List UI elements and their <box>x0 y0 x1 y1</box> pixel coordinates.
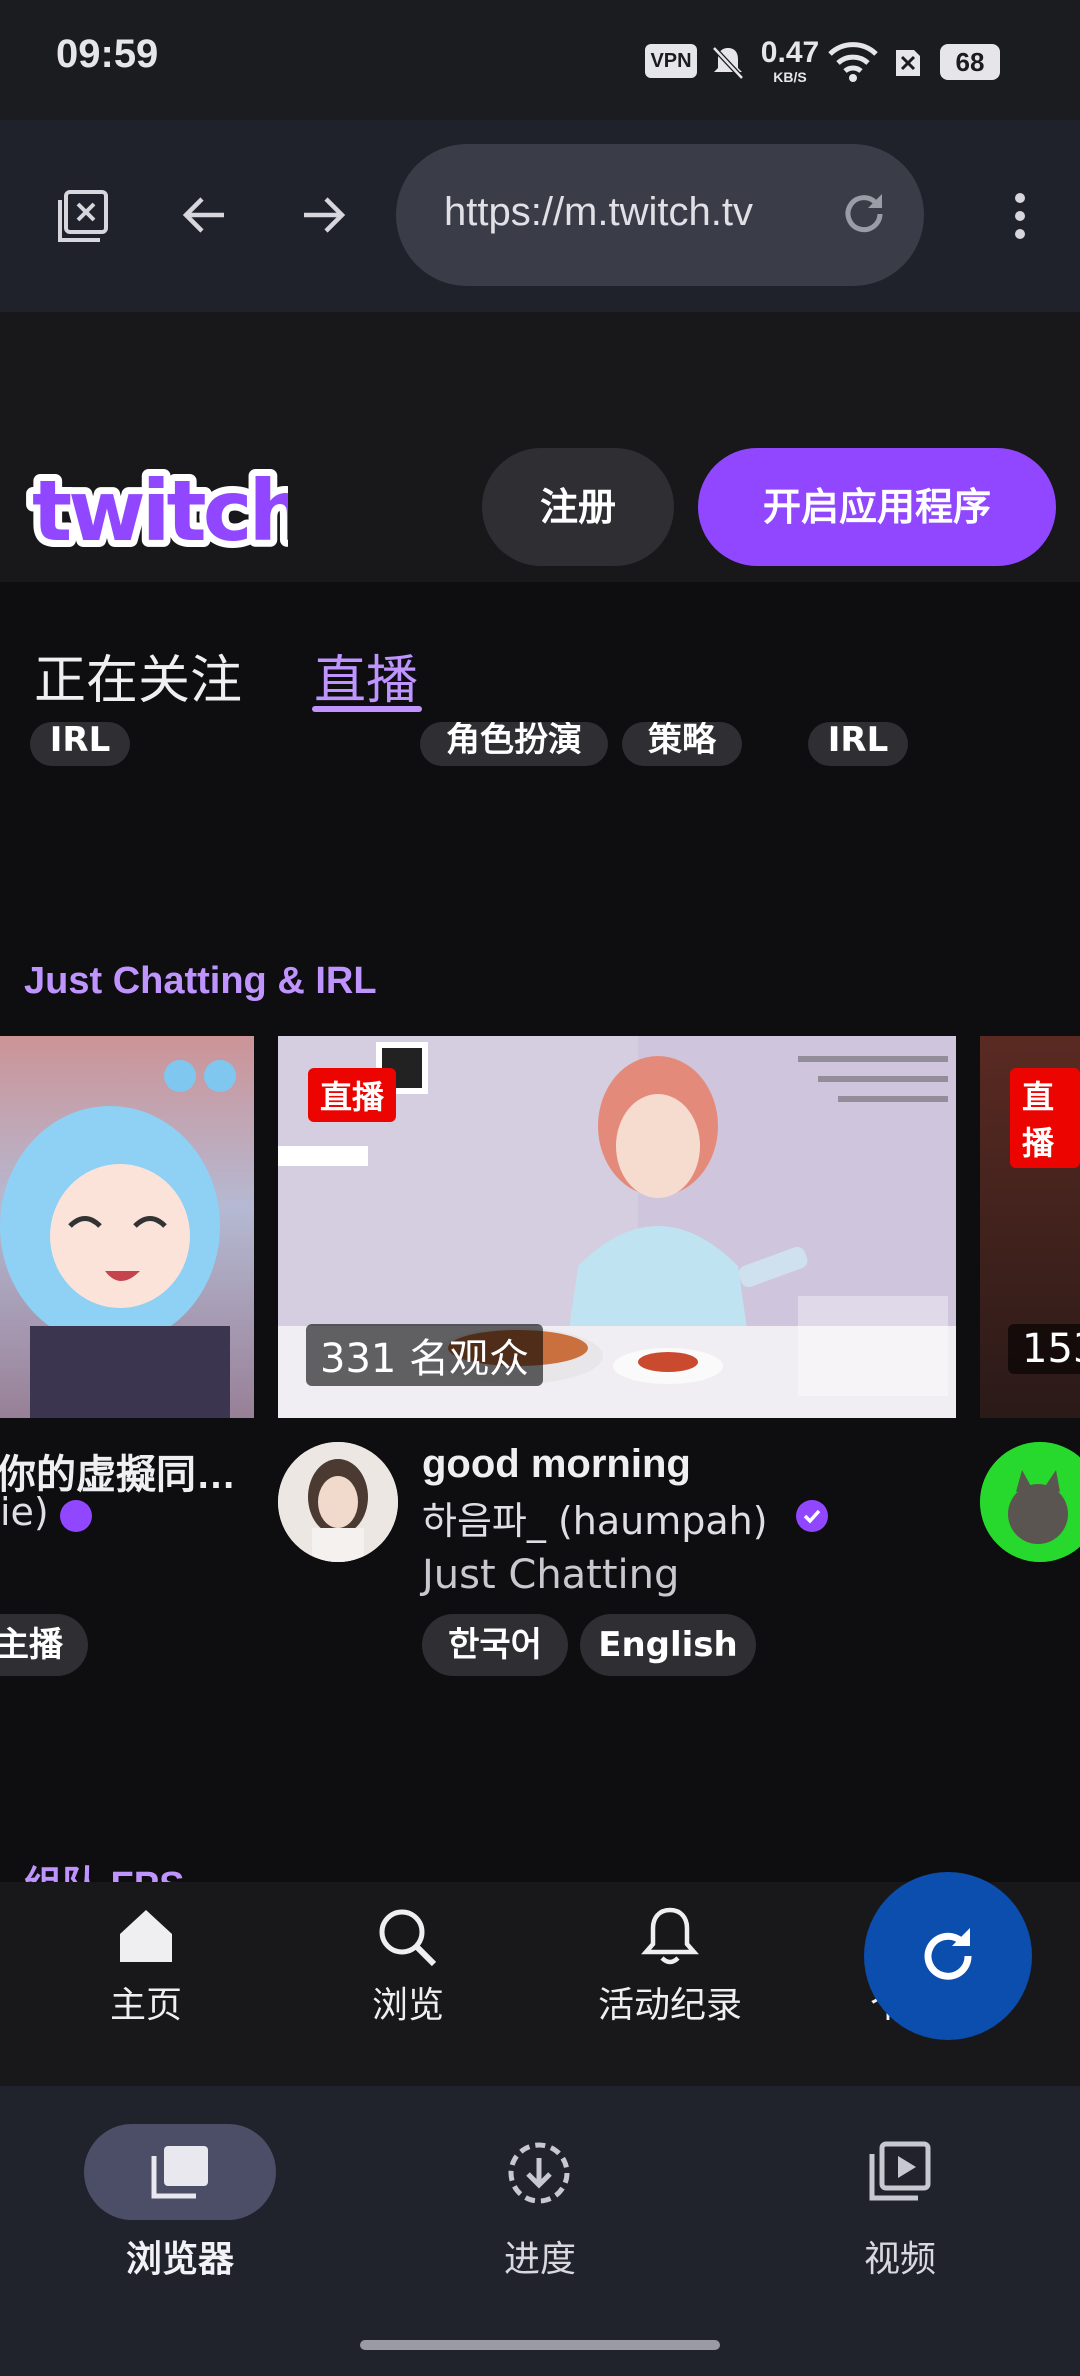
viewer-count: 331 名观众 <box>306 1324 544 1386</box>
refresh-fab[interactable] <box>864 1872 1032 2040</box>
gesture-home-indicator[interactable] <box>360 2340 720 2350</box>
no-sim-icon <box>896 50 920 76</box>
nav-item-browser[interactable]: 浏览器 <box>100 2230 260 2282</box>
network-speed: 0.47 KB/S <box>760 36 820 85</box>
nav-item-activity[interactable]: 活动纪录 <box>590 1976 750 2028</box>
live-badge: 直播 <box>308 1068 397 1122</box>
avatar[interactable] <box>980 1442 1080 1562</box>
tag-chip[interactable]: 策略 <box>622 722 742 766</box>
bell-icon[interactable] <box>640 1904 700 1968</box>
tab-live[interactable]: 直播 <box>314 638 418 713</box>
streamer-avatar-art <box>278 1442 398 1562</box>
vtuber-thumbnail-art <box>0 1036 254 1418</box>
nav-item-browse[interactable]: 浏览 <box>348 1976 468 2028</box>
verified-badge-icon <box>60 1500 92 1532</box>
open-app-button[interactable]: 开启应用程序 <box>698 448 1056 566</box>
wifi-icon <box>828 42 878 82</box>
tab-following[interactable]: 正在关注 <box>34 638 242 713</box>
network-speed-value: 0.47 <box>760 36 820 69</box>
tag-chip[interactable]: English <box>580 1614 756 1676</box>
browser-tabs-icon[interactable] <box>148 2142 212 2202</box>
stream-category[interactable]: Just Chatting <box>422 1552 679 1598</box>
cat-avatar-art <box>980 1442 1080 1562</box>
checkmark-icon <box>803 1509 821 1524</box>
forward-arrow-icon[interactable] <box>298 190 348 240</box>
close-tab-icon[interactable] <box>56 188 112 244</box>
section-title[interactable]: Just Chatting & IRL <box>24 960 377 1003</box>
channel-name[interactable]: 하음파_ (haumpah) <box>422 1490 768 1545</box>
status-time: 09:59 <box>56 32 159 76</box>
reload-icon[interactable] <box>838 188 890 240</box>
tag-chip[interactable]: 角色扮演 <box>420 722 608 766</box>
download-progress-icon[interactable] <box>506 2140 572 2206</box>
stream-thumbnail[interactable]: 直播 153 <box>980 1036 1080 1418</box>
vpn-icon: VPN <box>645 44 697 78</box>
tab-active-indicator <box>312 706 422 712</box>
tag-chip[interactable]: 한국어 <box>422 1614 568 1676</box>
nav-item-progress[interactable]: 进度 <box>460 2230 620 2282</box>
nav-item-home[interactable]: 主页 <box>86 1976 206 2028</box>
svg-text:twitch: twitch <box>32 462 288 552</box>
nav-item-video[interactable]: 视频 <box>820 2230 980 2282</box>
mute-bell-icon <box>712 46 744 80</box>
search-icon[interactable] <box>376 1906 438 1968</box>
network-speed-unit: KB/S <box>773 69 807 85</box>
register-button[interactable]: 注册 <box>482 448 674 566</box>
home-icon[interactable] <box>116 1906 176 1966</box>
twitch-logo[interactable]: twitch twitch <box>22 460 288 552</box>
more-menu-icon[interactable] <box>1006 190 1034 242</box>
tag-chip[interactable]: IRL <box>808 722 908 766</box>
stream-thumbnail[interactable] <box>0 1036 254 1418</box>
channel-name[interactable]: ie) <box>0 1490 49 1534</box>
video-icon[interactable] <box>866 2140 932 2204</box>
viewer-count: 153 <box>1008 1324 1080 1374</box>
battery-indicator: 68 <box>940 44 1000 80</box>
verified-badge-icon <box>796 1500 828 1532</box>
avatar[interactable] <box>278 1442 398 1562</box>
live-badge: 直播 <box>1010 1068 1080 1168</box>
stream-thumbnail[interactable]: 直播 331 名观众 <box>278 1036 956 1418</box>
url-text[interactable]: https://m.twitch.tv <box>444 190 784 235</box>
stream-title[interactable]: good morning <box>422 1442 691 1487</box>
tag-chip[interactable]: 主播 <box>0 1614 88 1676</box>
refresh-icon <box>924 1928 972 1980</box>
tag-chip[interactable]: IRL <box>30 722 130 766</box>
back-arrow-icon[interactable] <box>180 190 230 240</box>
